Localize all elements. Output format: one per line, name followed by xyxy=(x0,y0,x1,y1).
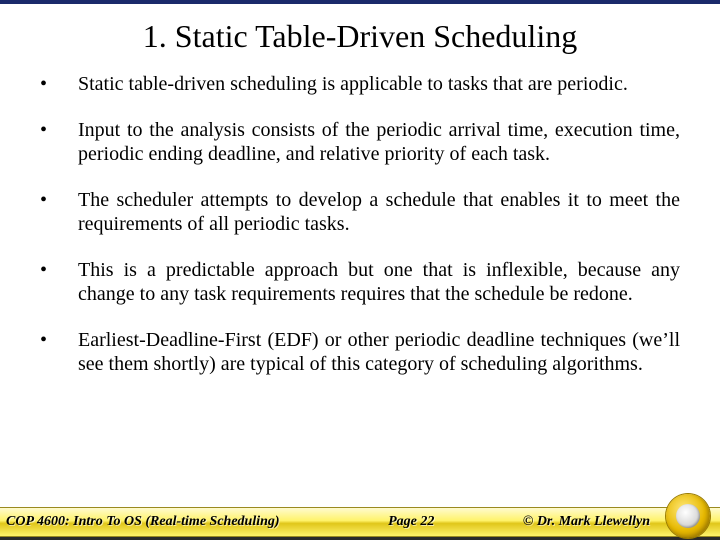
logo-outer-ring xyxy=(666,494,710,538)
top-rule xyxy=(0,0,720,4)
footer-page: Page 22 xyxy=(280,514,523,530)
list-item: • Earliest-Deadline-First (EDF) or other… xyxy=(40,328,680,376)
bullet-text: The scheduler attempts to develop a sche… xyxy=(78,188,680,236)
bullet-icon: • xyxy=(40,188,78,212)
list-item: • The scheduler attempts to develop a sc… xyxy=(40,188,680,236)
list-item: • Static table-driven scheduling is appl… xyxy=(40,72,680,96)
slide: 1. Static Table-Driven Scheduling • Stat… xyxy=(0,0,720,540)
list-item: • Input to the analysis consists of the … xyxy=(40,118,680,166)
bullet-text: Input to the analysis consists of the pe… xyxy=(78,118,680,166)
footer-course: COP 4600: Intro To OS (Real-time Schedul… xyxy=(0,514,280,530)
bullet-text: Earliest-Deadline-First (EDF) or other p… xyxy=(78,328,680,376)
bullet-icon: • xyxy=(40,118,78,142)
bullet-icon: • xyxy=(40,72,78,96)
bullet-icon: • xyxy=(40,328,78,352)
slide-title: 1. Static Table-Driven Scheduling xyxy=(0,18,720,55)
ucf-logo-icon xyxy=(666,494,710,538)
bullet-icon: • xyxy=(40,258,78,282)
logo-inner-disc xyxy=(676,504,700,528)
slide-body: • Static table-driven scheduling is appl… xyxy=(40,72,680,398)
footer-bar: COP 4600: Intro To OS (Real-time Schedul… xyxy=(0,507,720,537)
list-item: • This is a predictable approach but one… xyxy=(40,258,680,306)
bullet-text: This is a predictable approach but one t… xyxy=(78,258,680,306)
bullet-text: Static table-driven scheduling is applic… xyxy=(78,72,680,96)
